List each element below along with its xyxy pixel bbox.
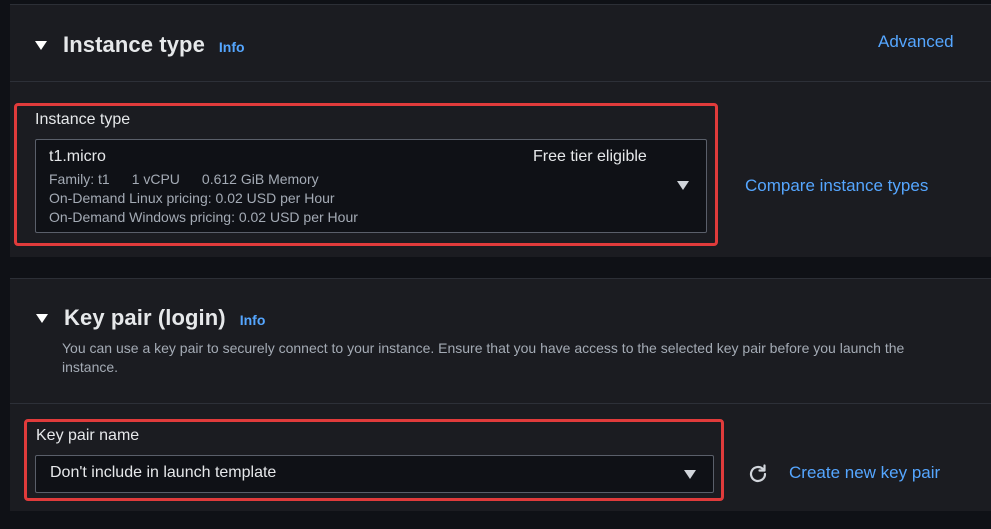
key-pair-description: You can use a key pair to securely conne… (62, 340, 905, 375)
key-pair-highlight (24, 419, 724, 501)
key-pair-header[interactable]: Key pair (login) Info (36, 305, 265, 331)
instance-type-header[interactable]: Instance type Info (35, 32, 245, 58)
compare-instance-types-link[interactable]: Compare instance types (745, 176, 928, 196)
section-divider (10, 81, 991, 82)
instance-type-title: Instance type (63, 32, 205, 57)
key-pair-info-link[interactable]: Info (240, 312, 266, 328)
advanced-link[interactable]: Advanced (878, 32, 954, 52)
refresh-icon[interactable] (746, 462, 770, 486)
instance-type-highlight (14, 103, 718, 246)
create-key-pair-link[interactable]: Create new key pair (789, 463, 940, 483)
key-pair-title: Key pair (login) (64, 305, 226, 330)
caret-down-icon[interactable] (36, 313, 48, 323)
section-divider (10, 403, 991, 404)
caret-down-icon[interactable] (35, 40, 47, 50)
instance-type-info-link[interactable]: Info (219, 39, 245, 55)
